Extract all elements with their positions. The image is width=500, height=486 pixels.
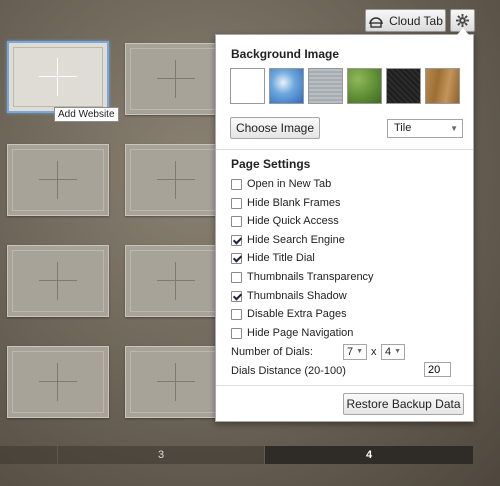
option-hide-title-dial[interactable]: Hide Title Dial xyxy=(231,250,315,266)
add-icon xyxy=(39,363,77,401)
option-label: Hide Quick Access xyxy=(247,215,339,227)
option-label: Open in New Tab xyxy=(247,178,332,190)
swatch-blue-sky-clouds[interactable] xyxy=(269,68,304,104)
dials-rows-select[interactable]: 4 ▼ xyxy=(381,344,405,360)
dials-columns-select[interactable]: 7 ▼ xyxy=(343,344,367,360)
add-icon xyxy=(39,58,77,96)
checkbox-checked[interactable] xyxy=(231,252,242,264)
settings-panel: Background Image Choose Image Tile ▼ Page… xyxy=(215,28,474,422)
page-navigation: 3 4 xyxy=(0,446,500,464)
swatch-wood-brown[interactable] xyxy=(425,68,460,104)
dials-times-label: x xyxy=(371,346,377,358)
chevron-down-icon: ▼ xyxy=(356,348,363,355)
checkbox[interactable] xyxy=(231,178,242,190)
cloud-tab-label: Cloud Tab xyxy=(389,13,443,28)
page-settings-heading: Page Settings xyxy=(231,157,311,171)
dial-slot[interactable] xyxy=(125,144,227,216)
option-thumbnails-shadow[interactable]: Thumbnails Shadow xyxy=(231,288,347,304)
divider xyxy=(216,149,473,150)
cloud-tab-button[interactable]: Cloud Tab xyxy=(365,9,446,32)
add-icon xyxy=(157,262,195,300)
background-image-heading: Background Image xyxy=(231,47,340,61)
restore-backup-button[interactable]: Restore Backup Data xyxy=(343,393,464,415)
option-label: Hide Blank Frames xyxy=(247,197,341,209)
page-3-label: 3 xyxy=(157,449,165,461)
gear-icon xyxy=(456,14,469,27)
dials-columns-value: 7 xyxy=(347,346,354,358)
checkbox[interactable] xyxy=(231,215,242,227)
option-label: Hide Search Engine xyxy=(247,234,345,246)
swatch-grey-linen[interactable] xyxy=(308,68,343,104)
option-hide-blank-frames[interactable]: Hide Blank Frames xyxy=(231,195,341,211)
checkbox[interactable] xyxy=(231,308,242,320)
option-label: Hide Page Navigation xyxy=(247,327,354,339)
dial-slot[interactable] xyxy=(7,144,109,216)
option-label: Thumbnails Shadow xyxy=(247,290,347,302)
chevron-down-icon: ▼ xyxy=(450,124,458,133)
dial-slot[interactable] xyxy=(125,43,227,115)
background-mode-value: Tile xyxy=(394,122,412,134)
divider xyxy=(216,385,473,386)
option-label: Hide Title Dial xyxy=(247,252,315,264)
option-hide-page-navigation[interactable]: Hide Page Navigation xyxy=(231,325,353,341)
checkbox[interactable] xyxy=(231,271,242,283)
swatch-green-leaf-pattern[interactable] xyxy=(347,68,382,104)
option-hide-search-engine[interactable]: Hide Search Engine xyxy=(231,232,345,248)
cloud-tab-icon xyxy=(369,16,383,28)
dial-slot[interactable] xyxy=(7,346,109,418)
add-icon xyxy=(39,161,77,199)
add-icon xyxy=(39,262,77,300)
swatch-black-texture[interactable] xyxy=(386,68,421,104)
dial-slot[interactable] xyxy=(125,245,227,317)
dial-slot[interactable] xyxy=(7,245,109,317)
choose-image-button[interactable]: Choose Image xyxy=(230,117,320,139)
option-open-new-tab[interactable]: Open in New Tab xyxy=(231,176,331,192)
background-mode-select[interactable]: Tile ▼ xyxy=(387,119,463,138)
add-icon xyxy=(157,363,195,401)
checkbox-checked[interactable] xyxy=(231,290,242,302)
option-label: Disable Extra Pages xyxy=(247,308,347,320)
dials-distance-input[interactable] xyxy=(424,362,451,377)
checkbox[interactable] xyxy=(231,197,242,209)
option-label: Thumbnails Transparency xyxy=(247,271,374,283)
dials-rows-value: 4 xyxy=(385,346,392,358)
dial-slot[interactable] xyxy=(125,346,227,418)
page-segment[interactable] xyxy=(0,446,57,464)
chevron-down-icon: ▼ xyxy=(394,348,401,355)
option-hide-quick-access[interactable]: Hide Quick Access xyxy=(231,213,339,229)
checkbox[interactable] xyxy=(231,327,242,339)
dial-slot[interactable] xyxy=(7,41,109,113)
dials-distance-label: Dials Distance (20-100) xyxy=(231,365,346,377)
add-website-tooltip: Add Website xyxy=(54,107,119,122)
swatch-plain-white[interactable] xyxy=(230,68,265,104)
page-4-tab[interactable]: 4 xyxy=(265,446,473,464)
page-3-tab[interactable]: 3 xyxy=(58,446,264,464)
number-of-dials-label: Number of Dials: xyxy=(231,346,313,358)
option-thumbnails-transparency[interactable]: Thumbnails Transparency xyxy=(231,269,374,285)
page-4-label: 4 xyxy=(365,449,373,461)
option-disable-extra-pages[interactable]: Disable Extra Pages xyxy=(231,306,347,322)
checkbox-checked[interactable] xyxy=(231,234,242,246)
add-icon xyxy=(157,161,195,199)
add-icon xyxy=(157,60,195,98)
